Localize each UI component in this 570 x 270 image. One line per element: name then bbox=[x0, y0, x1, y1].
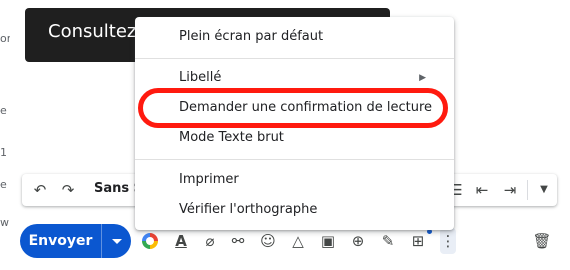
formatting-icon[interactable]: A bbox=[171, 231, 191, 251]
attach-icon[interactable]: ⌀ bbox=[200, 231, 220, 251]
redo-icon[interactable]: ↷ bbox=[58, 179, 78, 201]
highlight-annotation bbox=[138, 88, 448, 128]
pen-icon[interactable]: ✎ bbox=[378, 231, 398, 251]
drive-icon[interactable]: △ bbox=[288, 231, 308, 251]
menu-item-fullscreen[interactable]: Plein écran par défaut bbox=[135, 22, 454, 52]
menu-divider bbox=[135, 58, 454, 59]
menu-item-spellcheck[interactable]: Vérifier l'orthographe bbox=[135, 195, 454, 225]
left-fragment-3: 1 bbox=[0, 146, 7, 159]
more-options-icon[interactable]: ⋮ bbox=[440, 228, 456, 254]
left-fragment-4: e bbox=[0, 178, 7, 191]
toast-text: Consultez bbox=[48, 21, 137, 42]
ai-assist-icon[interactable] bbox=[142, 233, 158, 249]
link-icon[interactable]: ⚯ bbox=[228, 231, 248, 251]
send-button-group: Envoyer bbox=[20, 224, 131, 258]
left-edge-column: or e 1 e w bbox=[0, 0, 11, 270]
indent-more-icon[interactable]: ⇥ bbox=[500, 179, 520, 201]
menu-item-print[interactable]: Imprimer bbox=[135, 165, 454, 195]
emoji-icon[interactable]: ☺ bbox=[258, 231, 278, 251]
toolbar-divider bbox=[527, 180, 528, 200]
indent-less-icon[interactable]: ⇤ bbox=[472, 179, 492, 201]
left-fragment-2: e bbox=[0, 104, 7, 117]
lock-icon[interactable]: ⊕ bbox=[348, 231, 368, 251]
send-button[interactable]: Envoyer bbox=[20, 224, 101, 258]
photo-icon[interactable]: ▣ bbox=[318, 231, 338, 251]
menu-item-label-text: Libellé bbox=[179, 70, 222, 85]
chevron-down-icon bbox=[111, 238, 122, 244]
more-formatting-icon[interactable]: ▼ bbox=[534, 179, 554, 201]
schedule-icon[interactable]: ⊞ bbox=[408, 231, 428, 251]
menu-divider bbox=[135, 159, 454, 160]
left-fragment-5: w bbox=[0, 216, 9, 229]
undo-icon[interactable]: ↶ bbox=[30, 179, 50, 201]
delete-icon[interactable]: 🗑 bbox=[532, 231, 552, 251]
